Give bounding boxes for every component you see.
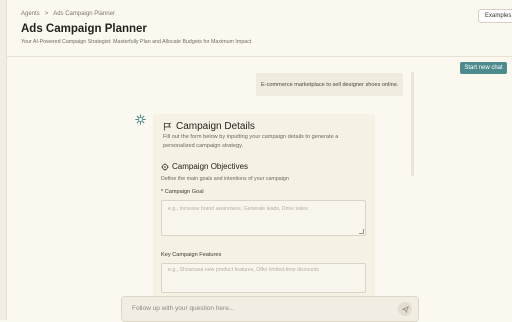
campaign-goal-label: * Campaign Goal bbox=[161, 189, 204, 195]
objectives-title: Campaign Objectives bbox=[172, 162, 249, 171]
chat-scrollbar-track[interactable] bbox=[411, 72, 414, 176]
page-title: Ads Campaign Planner bbox=[21, 23, 147, 35]
page-header: Agents > Ads Campaign Planner Ads Campai… bbox=[6, 0, 512, 57]
examples-button[interactable]: Examples bbox=[478, 9, 512, 23]
page-subtitle: Your AI-Powered Campaign Strategist: Mas… bbox=[21, 39, 252, 45]
send-button[interactable] bbox=[398, 302, 412, 316]
breadcrumb-separator: > bbox=[44, 11, 49, 17]
campaign-goal-input[interactable]: e.g., Increase brand awareness, Generate… bbox=[161, 200, 366, 236]
followup-placeholder: Follow up with your question here... bbox=[132, 305, 235, 312]
followup-input[interactable]: Follow up with your question here... bbox=[121, 296, 419, 322]
objectives-description: Define the main goals and intentions of … bbox=[161, 176, 289, 182]
campaign-features-label: Key Campaign Features bbox=[161, 252, 222, 258]
sparkle-icon bbox=[135, 114, 146, 125]
flag-icon bbox=[163, 122, 172, 131]
user-message: E-commerce marketplace to sell designer … bbox=[256, 73, 403, 96]
campaign-details-card: Campaign Details Fill out the form below… bbox=[153, 114, 375, 304]
breadcrumb-current: Ads Campaign Planner bbox=[53, 11, 115, 17]
start-new-chat-button[interactable]: Start new chat bbox=[460, 62, 507, 74]
campaign-features-input[interactable]: e.g., Showcase new product features, Off… bbox=[161, 263, 366, 293]
card-title: Campaign Details bbox=[176, 121, 255, 132]
send-icon bbox=[401, 305, 409, 313]
resize-handle-icon[interactable] bbox=[359, 229, 364, 234]
breadcrumb-agents[interactable]: Agents bbox=[21, 11, 40, 17]
card-title-row: Campaign Details bbox=[163, 121, 255, 132]
breadcrumb: Agents > Ads Campaign Planner bbox=[21, 11, 115, 17]
objectives-title-row: Campaign Objectives bbox=[161, 162, 248, 171]
campaign-goal-placeholder: e.g., Increase brand awareness, Generate… bbox=[168, 206, 308, 212]
card-description: Fill out the form below by inputting you… bbox=[163, 134, 339, 149]
campaign-features-placeholder: e.g., Showcase new product features, Off… bbox=[168, 267, 319, 273]
target-icon bbox=[161, 162, 169, 171]
